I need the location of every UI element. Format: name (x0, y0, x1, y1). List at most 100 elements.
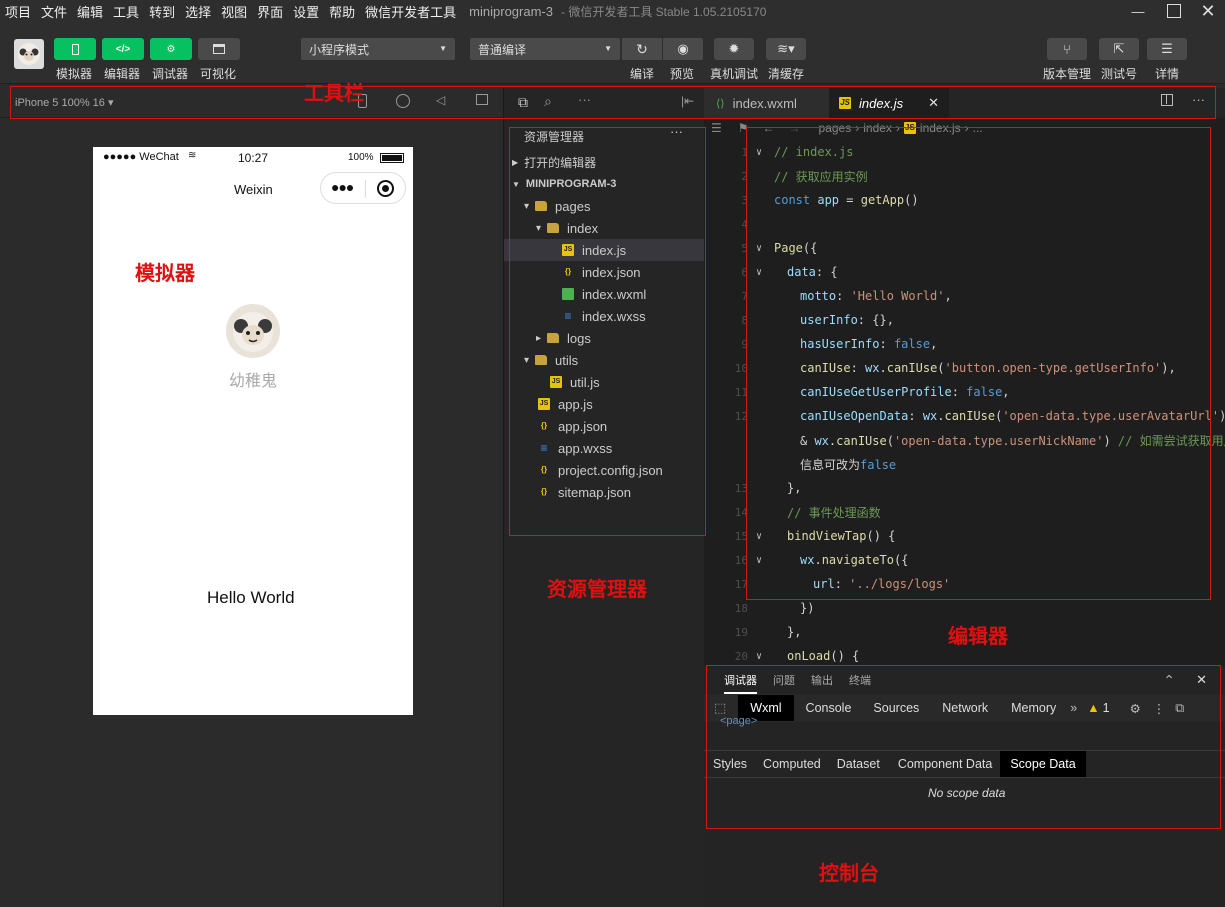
testid-label: 测试号 (1101, 67, 1138, 81)
chevron-down-icon: ▼ (604, 44, 612, 53)
chevron-down-icon: ▼ (439, 44, 447, 53)
menu-file[interactable]: 文件 (36, 2, 72, 21)
battery-icon (380, 153, 404, 163)
layout-icon (213, 44, 225, 54)
code-text: onLoad() { (787, 649, 860, 663)
list-icon[interactable]: ☰ (711, 121, 722, 135)
menu-goto[interactable]: 转到 (144, 2, 180, 21)
compile-select[interactable]: 普通编译 ▼ (470, 38, 620, 60)
remote-debug-label: 真机调试 (710, 67, 759, 81)
debugger-label: 调试器 (152, 67, 189, 81)
line-number: 7 (741, 289, 748, 303)
minimize-icon[interactable]: — (1120, 0, 1156, 22)
line-number: 1 (741, 145, 748, 159)
annotation-toolbar-label: 工具栏 (304, 81, 364, 105)
line-number: 18 (734, 601, 748, 615)
maximize-icon[interactable] (1156, 0, 1192, 22)
refresh-icon: ↻ (636, 40, 648, 57)
editor-toggle-button[interactable]: </> (102, 38, 144, 60)
line-number: 8 (741, 313, 748, 327)
testid-button[interactable]: ⇱ (1099, 38, 1139, 60)
annotation-explorer-box (509, 127, 706, 536)
close-icon[interactable]: ✕ (1190, 0, 1225, 22)
close-miniprogram-icon[interactable] (377, 180, 394, 197)
menu-select[interactable]: 选择 (180, 2, 216, 21)
annotation-simulator-label: 模拟器 (135, 261, 195, 285)
line-number: 20 (734, 649, 748, 663)
capsule-menu: ●●● (320, 172, 406, 204)
line-number: 17 (734, 577, 748, 591)
menu-tools[interactable]: 工具 (108, 2, 144, 21)
layers-icon: ≋▾ (777, 41, 795, 56)
line-number: 12 (734, 409, 748, 423)
status-time: 10:27 (238, 151, 269, 165)
annotation-toolbar-box (10, 86, 1216, 119)
status-battery: 100% (348, 152, 374, 163)
editor-label: 编辑器 (104, 67, 141, 81)
mode-select-value: 小程序模式 (309, 42, 370, 57)
annotation-console-label: 控制台 (819, 861, 879, 885)
mode-select[interactable]: 小程序模式 ▼ (301, 38, 455, 60)
annotation-editor-label: 编辑器 (948, 624, 1008, 648)
menu-settings[interactable]: 设置 (288, 2, 324, 21)
menu-help[interactable]: 帮助 (324, 2, 360, 21)
menu-interface[interactable]: 界面 (252, 2, 288, 21)
line-number: 11 (734, 385, 748, 399)
more-icon[interactable]: ●●● (331, 179, 354, 195)
status-carrier: ●●●●● WeChat (103, 151, 179, 163)
debug-icon: ⚙ (166, 43, 176, 55)
compile-button[interactable]: ↻ (622, 38, 662, 60)
line-number: 19 (734, 625, 748, 639)
details-label: 详情 (1155, 67, 1180, 81)
line-number: 3 (741, 193, 748, 207)
details-button[interactable]: ☰ (1147, 38, 1187, 60)
debugger-toggle-button[interactable]: ⚙ (150, 38, 192, 60)
bug-icon: ✹ (728, 41, 740, 56)
compile-select-value: 普通编译 (478, 42, 527, 57)
annotation-explorer-label: 资源管理器 (547, 577, 647, 601)
external-link-icon: ⇱ (1113, 41, 1125, 56)
annotation-console-box (706, 665, 1221, 829)
line-number: 10 (734, 361, 748, 375)
compile-label: 编译 (630, 67, 655, 81)
phone-icon (71, 43, 79, 55)
annotation-editor-box (746, 127, 1211, 600)
eye-icon: ◉ (677, 41, 689, 56)
line-number: 9 (741, 337, 748, 351)
visual-toggle-button[interactable] (198, 38, 240, 60)
fold-icon[interactable]: ∨ (756, 651, 762, 662)
capsule-divider (365, 180, 366, 198)
nav-title: Weixin (234, 182, 273, 197)
code-icon: </> (115, 43, 131, 55)
preview-button[interactable]: ◉ (663, 38, 703, 60)
version-label: 版本管理 (1043, 67, 1092, 81)
line-number: 4 (741, 217, 748, 231)
motto-text: Hello World (207, 588, 295, 607)
wifi-icon: ≋ (188, 150, 197, 161)
user-nickname: 幼稚鬼 (229, 373, 278, 390)
line-number: 5 (741, 241, 748, 255)
menu-view[interactable]: 视图 (216, 2, 252, 21)
menu-bar: 项目 文件 编辑 工具 转到 选择 视图 界面 设置 帮助 微信开发者工具 mi… (0, 0, 1225, 22)
line-number: 14 (734, 505, 748, 519)
phone-screen: ●●●●● WeChat ≋ 10:27 100% Weixin ●●● 幼稚鬼… (93, 147, 413, 715)
version-button[interactable]: ⑂ (1047, 38, 1087, 60)
clear-cache-button[interactable]: ≋▾ (766, 38, 806, 60)
project-name: miniprogram-3 (469, 3, 553, 19)
simulator-toggle-button[interactable] (54, 38, 96, 60)
line-number: 16 (734, 553, 748, 567)
avatar[interactable] (14, 39, 44, 69)
menu-edit[interactable]: 编辑 (72, 2, 108, 21)
remote-debug-button[interactable]: ✹ (714, 38, 754, 60)
clear-cache-label: 清缓存 (768, 67, 805, 81)
line-number: 15 (734, 529, 748, 543)
code-text: }) (800, 601, 815, 615)
toolbar: </> ⚙ 模拟器 编辑器 调试器 可视化 小程序模式 ▼ 普通编译 ▼ ↻ ◉ 编… (0, 22, 1225, 84)
line-number: 13 (734, 481, 748, 495)
menu-project[interactable]: 项目 (0, 2, 36, 21)
branch-icon: ⑂ (1063, 41, 1071, 57)
visual-label: 可视化 (200, 67, 237, 81)
simulator-label: 模拟器 (56, 67, 93, 81)
user-avatar[interactable] (226, 304, 280, 358)
menu-devtools[interactable]: 微信开发者工具 (360, 2, 461, 21)
